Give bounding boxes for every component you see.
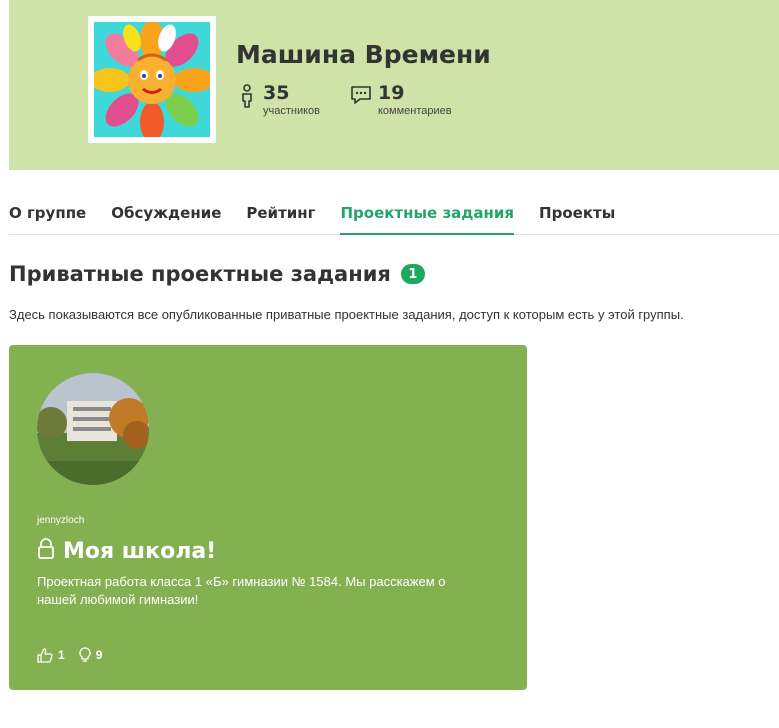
comments-label: комментариев [378, 105, 452, 117]
card-meta: 1 9 [37, 647, 116, 663]
tab-project-tasks[interactable]: Проектные задания [340, 190, 515, 235]
likes-counter[interactable]: 1 [37, 647, 65, 663]
count-badge: 1 [400, 264, 425, 284]
thumbs-up-icon [37, 647, 53, 663]
section-heading: Приватные проектные задания 1 [9, 262, 425, 286]
card-author[interactable]: jennyzloch [37, 515, 84, 526]
group-title: Машина Времени [236, 40, 491, 69]
card-title[interactable]: Моя школа! [63, 539, 216, 564]
tab-discussion[interactable]: Обсуждение [111, 190, 221, 235]
section-title: Приватные проектные задания [9, 262, 391, 286]
ideas-counter[interactable]: 9 [79, 647, 103, 663]
group-avatar[interactable] [88, 16, 216, 143]
person-icon [237, 84, 257, 108]
group-header: Машина Времени 35 участников 19 коммента… [9, 0, 779, 170]
comments-stat[interactable]: 19 комментариев [350, 82, 452, 118]
lightbulb-icon [79, 647, 91, 662]
members-stat[interactable]: 35 участников [237, 82, 320, 118]
comment-icon [350, 84, 372, 108]
members-label: участников [263, 105, 321, 117]
group-avatar-image [94, 22, 210, 137]
project-task-card[interactable]: jennyzloch Моя школа! Проектная работа к… [9, 345, 527, 690]
section-description: Здесь показываются все опубликованные пр… [9, 307, 684, 322]
tab-about[interactable]: О группе [9, 190, 86, 235]
tab-rating[interactable]: Рейтинг [246, 190, 315, 235]
lock-icon [37, 538, 55, 565]
ideas-count: 9 [95, 648, 103, 662]
tab-projects[interactable]: Проекты [539, 190, 615, 235]
group-tabs: О группе Обсуждение Рейтинг Проектные за… [9, 190, 779, 235]
card-title-row[interactable]: Моя школа! [37, 538, 216, 565]
comments-count: 19 [378, 82, 405, 104]
likes-count: 1 [58, 648, 65, 662]
card-description: Проектная работа класса 1 «Б» гимназии №… [37, 574, 446, 607]
card-photo [37, 373, 149, 485]
members-count: 35 [263, 82, 290, 104]
